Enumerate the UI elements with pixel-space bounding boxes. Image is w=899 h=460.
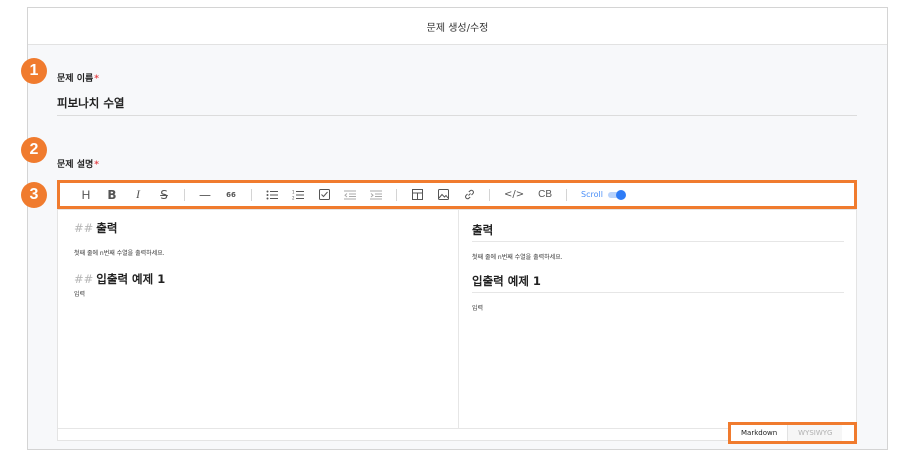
heading-button[interactable]: H [80, 188, 92, 202]
scroll-sync-toggle[interactable] [607, 189, 626, 200]
scroll-sync-label: Scroll [581, 190, 603, 199]
markdown-editor: ## 출력 첫째 줄에 n번째 수열을 출력하세요. ## 입출력 예제 1 입력 … [57, 209, 857, 441]
step-marker-2: 2 [21, 137, 47, 163]
page-title: 문제 생성/수정 [28, 8, 887, 45]
toolbar-divider [489, 188, 490, 201]
svg-text:1: 1 [292, 190, 295, 195]
required-mark: * [94, 160, 99, 170]
wysiwyg-mode-tab[interactable]: WYSIWYG [788, 425, 843, 441]
hr-button[interactable]: — [199, 188, 211, 202]
table-icon[interactable] [411, 189, 423, 200]
bullet-list-icon[interactable] [266, 190, 278, 200]
title-label-text: 문제 이름 [57, 74, 94, 84]
md-line-2: 입력 [74, 291, 86, 298]
preview-heading-1: 출력 [472, 222, 844, 242]
title-input[interactable]: 피보나치 수열 [57, 95, 124, 111]
toolbar-divider [566, 188, 568, 201]
md-heading-2-text: 입출력 예제 1 [96, 272, 166, 286]
toolbar-divider [396, 188, 397, 201]
md-heading-1-text: 출력 [96, 221, 118, 235]
indent-icon[interactable] [370, 190, 382, 200]
required-mark: * [94, 74, 99, 84]
md-hash: ## [74, 272, 94, 286]
preview-heading-2: 입출력 예제 1 [472, 273, 844, 293]
md-heading-1: ## 출력 [74, 220, 444, 236]
title-input-underline [57, 115, 857, 116]
preview-line-1: 첫째 줄에 n번째 수열을 출력하세요. [472, 254, 563, 261]
strike-button[interactable]: S [158, 188, 170, 202]
md-hash: ## [74, 221, 94, 235]
preview-line-2: 입력 [472, 305, 484, 312]
markdown-mode-tab[interactable]: Markdown [731, 425, 789, 441]
svg-text:2: 2 [292, 195, 295, 200]
title-label: 문제 이름* [57, 71, 99, 84]
codeblock-button[interactable]: CB [538, 189, 552, 200]
italic-button[interactable]: I [132, 187, 144, 202]
code-button[interactable]: </> [504, 189, 524, 200]
editor-toolbar: H B I S — 66 12 </> CB Scroll [57, 180, 857, 209]
ordered-list-icon[interactable]: 12 [292, 190, 304, 200]
description-label: 문제 설명* [57, 157, 99, 170]
task-list-icon[interactable] [318, 189, 330, 200]
pane-divider[interactable] [458, 210, 459, 428]
markdown-pane[interactable]: ## 출력 첫째 줄에 n번째 수열을 출력하세요. ## 입출력 예제 1 입력 [74, 220, 444, 298]
outdent-icon[interactable] [344, 190, 356, 200]
preview-pane: 출력 첫째 줄에 n번째 수열을 출력하세요. 입출력 예제 1 입력 [472, 222, 844, 312]
md-line-1: 첫째 줄에 n번째 수열을 출력하세요. [74, 250, 165, 257]
description-label-text: 문제 설명 [57, 160, 94, 170]
link-icon[interactable] [463, 189, 475, 200]
bold-button[interactable]: B [106, 188, 118, 202]
step-marker-3: 3 [21, 182, 47, 208]
md-heading-2: ## 입출력 예제 1 [74, 271, 444, 287]
step-marker-1: 1 [21, 58, 47, 84]
image-icon[interactable] [437, 189, 449, 200]
editor-mode-switch: Markdown WYSIWYG [728, 422, 857, 444]
toolbar-divider [184, 188, 185, 201]
quote-button[interactable]: 66 [225, 191, 237, 199]
toolbar-divider [251, 188, 252, 201]
